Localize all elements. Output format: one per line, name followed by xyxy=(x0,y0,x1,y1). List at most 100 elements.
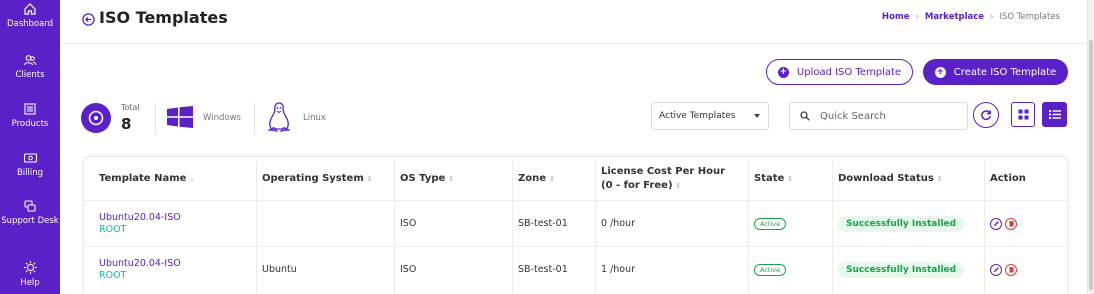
template-name-link[interactable]: Ubuntu20.04-ISO xyxy=(99,258,181,270)
sidebar-item-label: Help xyxy=(20,278,40,288)
table-row-1-name-cell: Ubuntu20.04-ISO ROOT xyxy=(84,201,256,246)
sidebar-item-label: Dashboard xyxy=(6,19,54,29)
create-iso-template-button[interactable]: + Create ISO Template xyxy=(923,59,1068,85)
app: Dashboard Clients Products Billing Suppo… xyxy=(0,0,1094,294)
column-header-label: State xyxy=(754,173,785,184)
sort-icon: ⇕ xyxy=(787,175,794,183)
stat-divider xyxy=(155,102,156,134)
delete-icon[interactable] xyxy=(1005,217,1017,230)
column-header-action: Action xyxy=(975,157,1069,201)
status-badge: Active xyxy=(754,217,787,230)
template-owner: ROOT xyxy=(99,223,127,235)
column-header-template-name[interactable]: Template Name ⌄ xyxy=(84,157,256,201)
sidebar-item-billing[interactable]: Billing xyxy=(0,151,60,179)
table-row-1-actions xyxy=(975,201,1069,246)
table-row-1-state: Active xyxy=(739,201,823,246)
template-filter-value: Active Templates xyxy=(659,111,736,121)
sort-desc-icon: ⌄ xyxy=(189,175,196,183)
template-filter-select[interactable]: Active Templates xyxy=(651,102,769,130)
column-header-license-cost[interactable]: License Cost Per Hour (0 - for Free) ⇕ xyxy=(586,157,739,201)
list-icon xyxy=(1048,110,1061,119)
products-icon xyxy=(24,103,36,115)
sidebar-item-label: Billing xyxy=(16,168,44,178)
table-row-1-cost: 0 /hour xyxy=(601,218,636,229)
stat-linux-label: Linux xyxy=(303,113,326,123)
stat-total-value: 8 xyxy=(121,115,132,133)
edit-icon[interactable] xyxy=(990,263,1002,276)
table-row-2-os: Ubuntu xyxy=(262,264,297,275)
table-row-2-cost: 1 /hour xyxy=(601,264,636,275)
disc-icon xyxy=(81,103,111,133)
column-header-label: Operating System xyxy=(262,173,364,184)
back-arrow-icon[interactable] xyxy=(82,11,95,30)
sort-icon: ⇕ xyxy=(448,175,455,183)
column-header-download-status[interactable]: Download Status ⇕ xyxy=(823,157,975,201)
scrollbar[interactable] xyxy=(1087,0,1094,294)
column-header-state[interactable]: State ⇕ xyxy=(739,157,823,201)
table-row-2-state: Active xyxy=(739,247,823,292)
help-icon xyxy=(23,261,37,274)
grid-icon xyxy=(1018,109,1028,120)
table-row-2-zone: SB-test-01 xyxy=(518,264,568,275)
breadcrumb-marketplace[interactable]: Marketplace xyxy=(925,12,984,22)
sidebar-item-dashboard[interactable]: Dashboard xyxy=(0,2,60,30)
scrollbar-thumb[interactable] xyxy=(1089,40,1093,290)
status-badge: Active xyxy=(754,263,787,276)
search-input[interactable] xyxy=(820,110,960,122)
sidebar-item-products[interactable]: Products xyxy=(0,102,60,130)
table-row-2-os-type: ISO xyxy=(400,264,417,275)
plus-icon: + xyxy=(777,66,789,78)
caret-down-icon xyxy=(754,114,760,118)
search-box xyxy=(789,102,968,130)
edit-icon[interactable] xyxy=(990,217,1002,230)
chevron-right-icon: › xyxy=(915,12,919,22)
column-header-operating-system[interactable]: Operating System ⇕ xyxy=(247,157,385,201)
table-row-1-download: Successfully Installed xyxy=(823,201,975,246)
grid-view-button[interactable] xyxy=(1011,102,1035,127)
sidebar-item-label: Support Desk xyxy=(1,216,59,226)
column-header-label: Action xyxy=(990,173,1026,184)
refresh-button[interactable] xyxy=(973,102,999,128)
refresh-icon xyxy=(981,110,991,121)
templates-table: Template Name ⌄ Operating System ⇕ OS Type… xyxy=(83,156,1069,294)
upload-iso-template-label: Upload ISO Template xyxy=(796,66,902,78)
sidebar-item-support-desk[interactable]: Support Desk xyxy=(0,199,60,227)
sidebar: Dashboard Clients Products Billing Suppo… xyxy=(0,0,60,294)
stat-windows-label: Windows xyxy=(203,113,241,123)
home-icon xyxy=(24,3,36,15)
template-owner: ROOT xyxy=(99,269,127,281)
sort-icon: ⇕ xyxy=(549,175,555,183)
column-header-zone[interactable]: Zone ⇕ xyxy=(503,157,586,201)
search-icon xyxy=(800,111,810,121)
chevron-right-icon: › xyxy=(990,12,994,22)
sidebar-item-label: Clients xyxy=(15,70,45,80)
billing-icon xyxy=(23,153,37,163)
breadcrumb-current: ISO Templates xyxy=(999,12,1060,22)
download-status-badge: Successfully Installed xyxy=(838,215,965,232)
stat-divider xyxy=(254,102,255,134)
delete-icon[interactable] xyxy=(1005,263,1017,276)
breadcrumb-home[interactable]: Home xyxy=(882,12,910,22)
column-header-label: License Cost Per Hour (0 - for Free) xyxy=(601,166,726,191)
template-name-link[interactable]: Ubuntu20.04-ISO xyxy=(99,212,181,224)
table-row-2-name-cell: Ubuntu20.04-ISO ROOT xyxy=(84,247,256,292)
sort-icon: ⇕ xyxy=(936,175,943,183)
linux-icon xyxy=(266,101,292,137)
sidebar-item-help[interactable]: Help xyxy=(0,260,60,289)
table-row-1-os-type: ISO xyxy=(400,218,417,229)
upload-iso-template-button[interactable]: + Upload ISO Template xyxy=(766,59,913,85)
column-header-label: Zone xyxy=(518,173,547,184)
windows-icon xyxy=(167,106,193,132)
table-row-1-zone: SB-test-01 xyxy=(518,218,568,229)
column-header-os-type[interactable]: OS Type ⇕ xyxy=(385,157,503,201)
list-view-button[interactable] xyxy=(1042,102,1067,127)
users-icon xyxy=(23,55,37,66)
sidebar-item-label: Products xyxy=(11,119,49,129)
page-title: ISO Templates xyxy=(99,8,228,27)
table-row-1-os xyxy=(247,201,385,246)
header-divider xyxy=(60,43,1088,44)
column-header-label: Download Status xyxy=(838,173,934,184)
support-icon xyxy=(24,200,36,212)
sort-icon: ⇕ xyxy=(675,182,682,190)
sidebar-item-clients[interactable]: Clients xyxy=(0,53,60,81)
